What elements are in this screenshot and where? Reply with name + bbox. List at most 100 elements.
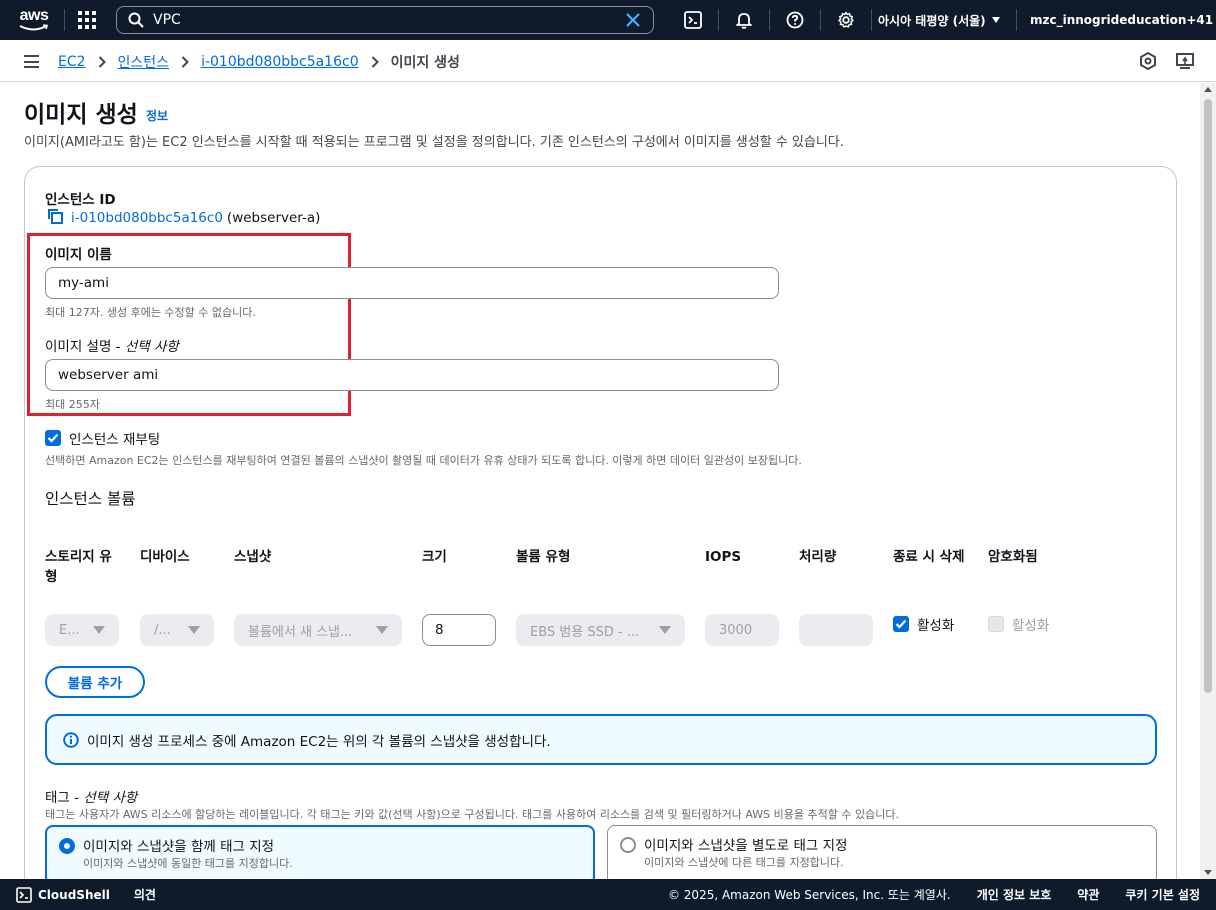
- chevron-right-icon: [98, 56, 106, 68]
- radio-selected[interactable]: [59, 838, 75, 854]
- column-header-encrypted: 암호화됨: [988, 549, 1038, 565]
- top-navigation: aws VPC 아시아 태평양 (서울) mzc_innogrideducati…: [0, 0, 1216, 40]
- image-name-label: 이미지 이름: [45, 247, 112, 263]
- instance-id-label: 인스턴스 ID: [45, 192, 116, 208]
- tags-label: 태그 - 선택 사항: [45, 790, 138, 806]
- caret-down-icon: [93, 626, 105, 634]
- reboot-checkbox-row[interactable]: 인스턴스 재부팅: [45, 428, 160, 448]
- aws-smile-icon: [19, 23, 49, 30]
- throughput-input: [799, 614, 873, 646]
- page-description: 이미지(AMI라고도 함)는 EC2 인스턴스를 시작할 때 적용되는 프로그램…: [24, 135, 844, 150]
- column-header-device: 디바이스: [140, 549, 190, 565]
- bell-icon: [736, 13, 752, 29]
- copyright-text: © 2025, Amazon Web Services, Inc. 또는 계열사…: [667, 888, 951, 902]
- terms-link[interactable]: 약관: [1077, 886, 1099, 903]
- breadcrumb-ec2[interactable]: EC2: [58, 54, 86, 70]
- scroll-down-icon[interactable]: [1204, 870, 1212, 875]
- size-input[interactable]: 8: [422, 614, 496, 646]
- snapshot-select: 볼륨에서 새 스냅...: [234, 614, 402, 646]
- search-input[interactable]: VPC: [116, 6, 654, 34]
- iops-input: 3000: [705, 614, 779, 646]
- search-icon: [128, 12, 144, 28]
- copy-icon[interactable]: [47, 208, 63, 228]
- reboot-description: 선택하면 Amazon EC2는 인스턴스를 재부팅하여 연결된 볼륨의 스냅샷…: [45, 454, 802, 467]
- add-volume-button[interactable]: 볼륨 추가: [45, 666, 145, 698]
- image-description-hint: 최대 255자: [45, 398, 100, 411]
- breadcrumb-current: 이미지 생성: [390, 55, 460, 71]
- region-selector[interactable]: 아시아 태평양 (서울): [878, 0, 1000, 40]
- caret-down-icon: [376, 626, 388, 634]
- cloudshell-footer-button[interactable]: CloudShell: [16, 886, 110, 903]
- cloudshell-button[interactable]: [668, 0, 718, 40]
- settings-button[interactable]: [821, 0, 871, 40]
- account-label: mzc_innogrideducation+41: [1030, 13, 1214, 27]
- check-icon: [47, 433, 59, 443]
- reboot-label: 인스턴스 재부팅: [69, 432, 161, 448]
- screen-share-icon[interactable]: [1176, 52, 1194, 74]
- volume-type-select: EBS 범용 SSD - ...: [516, 614, 685, 646]
- clear-search-icon[interactable]: [625, 12, 641, 28]
- nav-divider: [871, 9, 872, 31]
- image-name-hint: 최대 127자. 생성 후에는 수정할 수 없습니다.: [45, 306, 256, 319]
- info-alert-text: 이미지 생성 프로세스 중에 Amazon EC2는 위의 각 볼륨의 스냅샷을…: [87, 733, 551, 750]
- terminal-icon: [684, 11, 702, 29]
- column-header-delete-on-termination: 종료 시 삭제: [893, 549, 965, 565]
- page-title: 이미지 생성: [24, 102, 138, 128]
- aws-logo[interactable]: aws: [8, 0, 60, 40]
- storage-type-select: E...: [45, 614, 119, 646]
- column-header-volume-type: 볼륨 유형: [516, 549, 571, 565]
- help-button[interactable]: [770, 0, 820, 40]
- privacy-link[interactable]: 개인 정보 보호: [977, 886, 1052, 903]
- column-header-storage-type: 스토리지 유형: [45, 549, 112, 585]
- scroll-up-icon[interactable]: [1204, 87, 1212, 92]
- services-menu-button[interactable]: [65, 0, 109, 40]
- cookie-preferences-link[interactable]: 쿠키 기본 설정: [1125, 886, 1200, 903]
- scrollbar-thumb[interactable]: [1204, 99, 1212, 693]
- breadcrumb-instances[interactable]: 인스턴스: [118, 52, 170, 72]
- breadcrumb-bar: EC2 인스턴스 i-010bd080bbc5a16c0 이미지 생성: [0, 40, 1216, 82]
- tag-together-option[interactable]: 이미지와 스냅샷을 함께 태그 지정 이미지와 스냅샷에 동일한 태그를 지정합…: [45, 825, 595, 879]
- radio-unselected[interactable]: [620, 837, 636, 853]
- instance-volumes-heading: 인스턴스 볼륨: [45, 490, 136, 508]
- image-description-value: webserver ami: [58, 367, 159, 383]
- gear-icon: [838, 11, 854, 28]
- instance-name: (webserver-a): [226, 210, 321, 226]
- optional-label: 선택 사항: [124, 339, 179, 355]
- optional-label: 선택 사항: [83, 790, 138, 806]
- account-menu[interactable]: mzc_innogrideducation+41: [1030, 0, 1213, 40]
- chevron-down-icon: [991, 17, 1000, 23]
- grid-icon: [78, 11, 96, 29]
- image-name-input[interactable]: my-ami: [45, 267, 779, 299]
- check-icon: [895, 619, 907, 629]
- hexagon-settings-icon[interactable]: [1140, 51, 1156, 74]
- instance-id-row: i-010bd080bbc5a16c0 (webserver-a): [47, 208, 320, 228]
- tags-description: 태그는 사용자가 AWS 리소스에 할당하는 레이블입니다. 각 태그는 키와 …: [45, 808, 899, 821]
- column-header-size: 크기: [422, 549, 447, 565]
- encrypted-checkbox-row: 활성화: [988, 614, 1049, 634]
- info-link[interactable]: 정보: [146, 107, 168, 124]
- delete-on-termination-checkbox-row[interactable]: 활성화: [893, 614, 954, 634]
- caret-down-icon: [659, 626, 671, 634]
- caret-down-icon: [188, 626, 200, 634]
- vertical-scrollbar[interactable]: [1200, 83, 1216, 879]
- region-label: 아시아 태평양 (서울): [878, 13, 986, 28]
- feedback-link[interactable]: 의견: [134, 886, 156, 903]
- breadcrumb-instance-id[interactable]: i-010bd080bbc5a16c0: [201, 54, 359, 70]
- column-header-iops: IOPS: [705, 549, 742, 565]
- info-alert: 이미지 생성 프로세스 중에 Amazon EC2는 위의 각 볼륨의 스냅샷을…: [45, 714, 1157, 765]
- notifications-button[interactable]: [719, 0, 769, 40]
- reboot-checkbox[interactable]: [45, 430, 61, 446]
- form-container: 인스턴스 ID i-010bd080bbc5a16c0 (webserver-a…: [24, 166, 1177, 879]
- help-icon: [786, 11, 804, 29]
- footer: CloudShell 의견 © 2025, Amazon Web Service…: [0, 879, 1216, 910]
- breadcrumb: EC2 인스턴스 i-010bd080bbc5a16c0 이미지 생성: [58, 52, 460, 72]
- image-description-label: 이미지 설명 - 선택 사항: [45, 339, 179, 355]
- menu-icon[interactable]: [24, 55, 39, 68]
- tag-separately-option[interactable]: 이미지와 스냅샷을 별도로 태그 지정 이미지와 스냅샷에 다른 태그를 지정합…: [607, 825, 1157, 879]
- encrypted-checkbox: [988, 616, 1004, 632]
- device-select: /...: [140, 614, 214, 646]
- image-description-input[interactable]: webserver ami: [45, 359, 779, 391]
- delete-on-termination-checkbox[interactable]: [893, 616, 909, 632]
- main-content: 이미지 생성 정보 이미지(AMI라고도 함)는 EC2 인스턴스를 시작할 때…: [0, 83, 1200, 879]
- instance-id-link[interactable]: i-010bd080bbc5a16c0: [71, 210, 223, 226]
